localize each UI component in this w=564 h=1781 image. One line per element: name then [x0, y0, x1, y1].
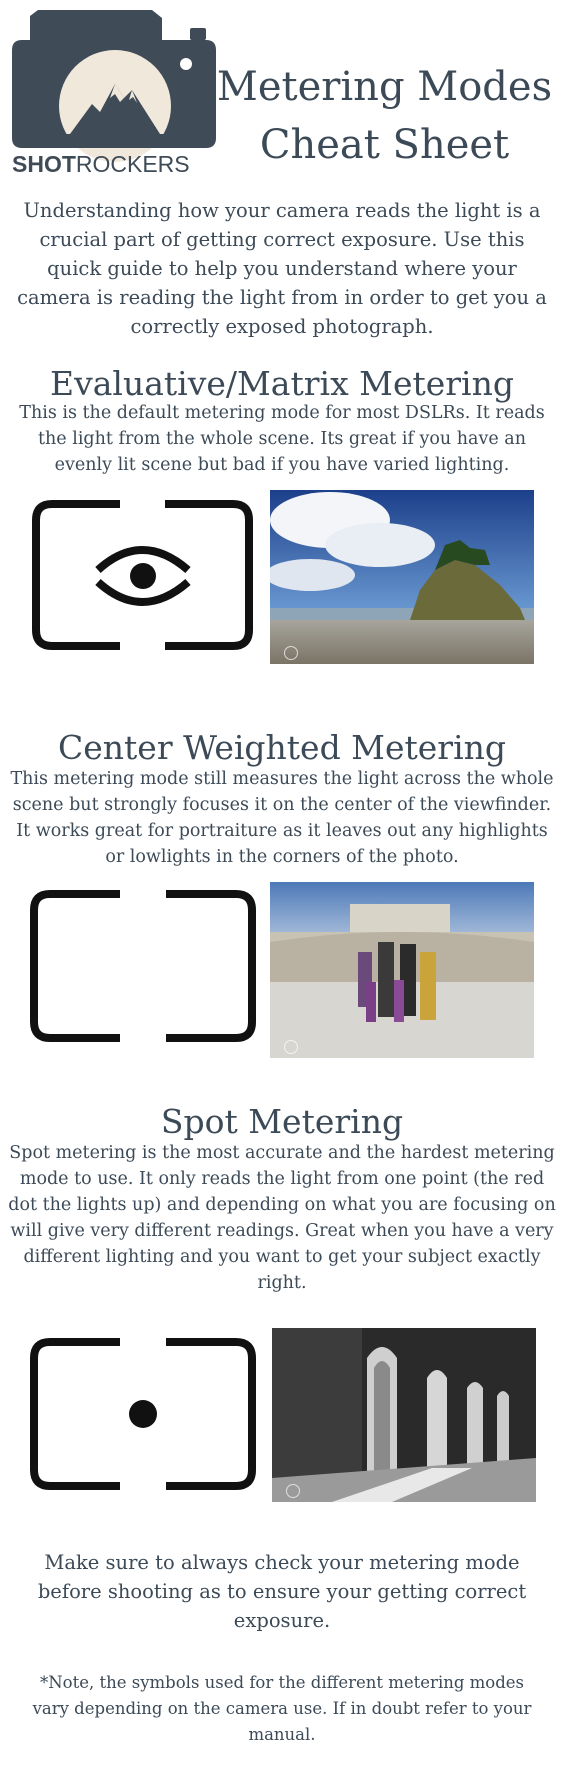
archway-photo — [272, 1328, 536, 1502]
watermark-icon — [284, 646, 298, 660]
family-portrait-photo — [270, 882, 534, 1058]
spot-metering-icon — [30, 1338, 256, 1490]
center-weighted-metering-icon — [30, 890, 256, 1042]
landscape-photo — [270, 490, 534, 664]
section-title-evaluative: Evaluative/Matrix Metering — [50, 364, 514, 403]
evaluative-metering-icon — [32, 500, 253, 650]
footnote: *Note, the symbols used for the differen… — [32, 1673, 532, 1744]
section-description-spot: Spot metering is the most accurate and t… — [8, 1143, 556, 1293]
shotrockers-logo: SHOTROCKERS — [12, 10, 216, 176]
intro-paragraph: Understanding how your camera reads the … — [17, 199, 547, 338]
section-title-spot: Spot Metering — [160, 1102, 404, 1141]
brand-name: SHOTROCKERS — [12, 151, 190, 176]
closing-text: Make sure to always check your metering … — [37, 1551, 527, 1632]
section-description-center-weighted: This metering mode still measures the li… — [10, 769, 554, 867]
page-title: Metering Modes Cheat Sheet — [216, 64, 553, 168]
section-title-center-weighted: Center Weighted Metering — [58, 728, 506, 767]
section-description-evaluative: This is the default metering mode for mo… — [19, 403, 545, 475]
watermark-icon — [286, 1484, 300, 1498]
watermark-icon — [284, 1040, 298, 1054]
